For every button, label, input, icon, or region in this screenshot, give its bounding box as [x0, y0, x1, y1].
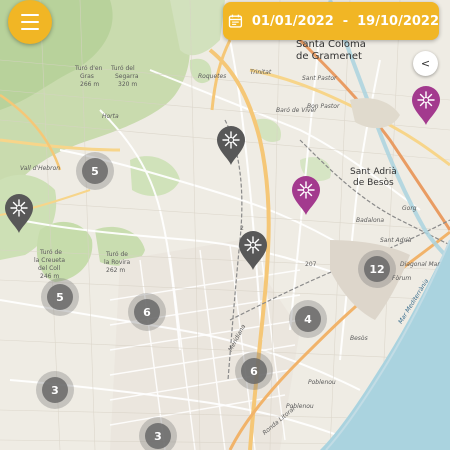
cluster-marker[interactable]: 5 [41, 278, 79, 316]
cluster-marker[interactable]: 4 [289, 300, 327, 338]
cluster-count: 3 [145, 423, 171, 449]
place-label: Gras [80, 73, 94, 80]
marker-pin[interactable] [4, 194, 34, 234]
chevron-left-icon: < [420, 57, 431, 70]
spark-icon [412, 86, 440, 125]
collapse-panel-button[interactable]: < [413, 51, 438, 76]
menu-button[interactable] [8, 0, 52, 44]
place-label: Turó del [111, 65, 135, 72]
date-start: 01/01/2022 [251, 13, 334, 29]
cluster-marker[interactable]: 6 [128, 293, 166, 331]
cluster-marker[interactable]: 3 [36, 371, 74, 409]
cluster-count: 5 [47, 284, 73, 310]
place-label: de Besòs [353, 178, 394, 188]
place-label: Gorg [402, 205, 417, 212]
place-label: Fòrum [392, 275, 412, 282]
place-label: Roquetes [198, 73, 227, 80]
map-canvas[interactable]: Santa Coloma de Gramenet Sant Adrià de B… [0, 0, 450, 450]
spark-icon [239, 231, 267, 270]
cluster-count: 6 [134, 299, 160, 325]
cluster-marker[interactable]: 3 [139, 417, 177, 450]
cluster-marker[interactable]: 6 [235, 352, 273, 390]
place-label: Santa Coloma [296, 39, 366, 50]
place-label: del Coll [38, 265, 61, 272]
place-label: Trinitat [250, 69, 272, 76]
place-label: la Rovira [104, 259, 131, 266]
place-label: Baró de Viver [276, 107, 317, 114]
place-label: Horta [102, 113, 119, 120]
cluster-count: 3 [42, 377, 68, 403]
place-label: Sant Adrià [380, 237, 412, 244]
place-label: Diagonal Mar [400, 261, 440, 268]
place-label: 262 m [106, 267, 126, 274]
place-label: 266 m [80, 81, 100, 88]
date-range-button[interactable]: 01/01/2022 - 19/10/2022 [223, 2, 439, 40]
place-label: Turó de [40, 249, 62, 256]
place-label: de Gramenet [296, 51, 362, 62]
place-label: Turó d'en [75, 65, 103, 72]
place-label: Besòs [350, 335, 368, 342]
place-label: 207 [305, 261, 317, 268]
hamburger-menu-icon [21, 12, 39, 33]
cluster-count: 5 [82, 158, 108, 184]
place-label: Badalona [356, 217, 385, 224]
spark-icon [217, 126, 245, 165]
spark-icon [292, 176, 320, 215]
cluster-marker[interactable]: 5 [76, 152, 114, 190]
place-label: 320 m [118, 81, 138, 88]
cluster-count: 4 [295, 306, 321, 332]
marker-pin[interactable] [411, 86, 441, 126]
place-label: Poblenou [308, 379, 336, 386]
place-label: Segarra [115, 73, 139, 80]
cluster-count: 6 [241, 358, 267, 384]
place-label: Turó de [106, 251, 128, 258]
marker-pin[interactable] [238, 231, 268, 271]
place-label: Sant Adrià [350, 167, 397, 177]
spark-icon [5, 194, 33, 233]
place-label: Vall d'Hebron [20, 165, 61, 172]
place-label: Sant Pastor [302, 75, 337, 82]
place-label: la Creueta [34, 257, 65, 264]
date-end: 19/10/2022 [357, 13, 439, 29]
cluster-marker[interactable]: 12 [358, 250, 396, 288]
marker-pin[interactable] [216, 126, 246, 166]
cluster-count: 12 [364, 256, 390, 282]
marker-pin[interactable] [291, 176, 321, 216]
calendar-icon [228, 14, 243, 28]
date-separator: - [342, 13, 349, 29]
